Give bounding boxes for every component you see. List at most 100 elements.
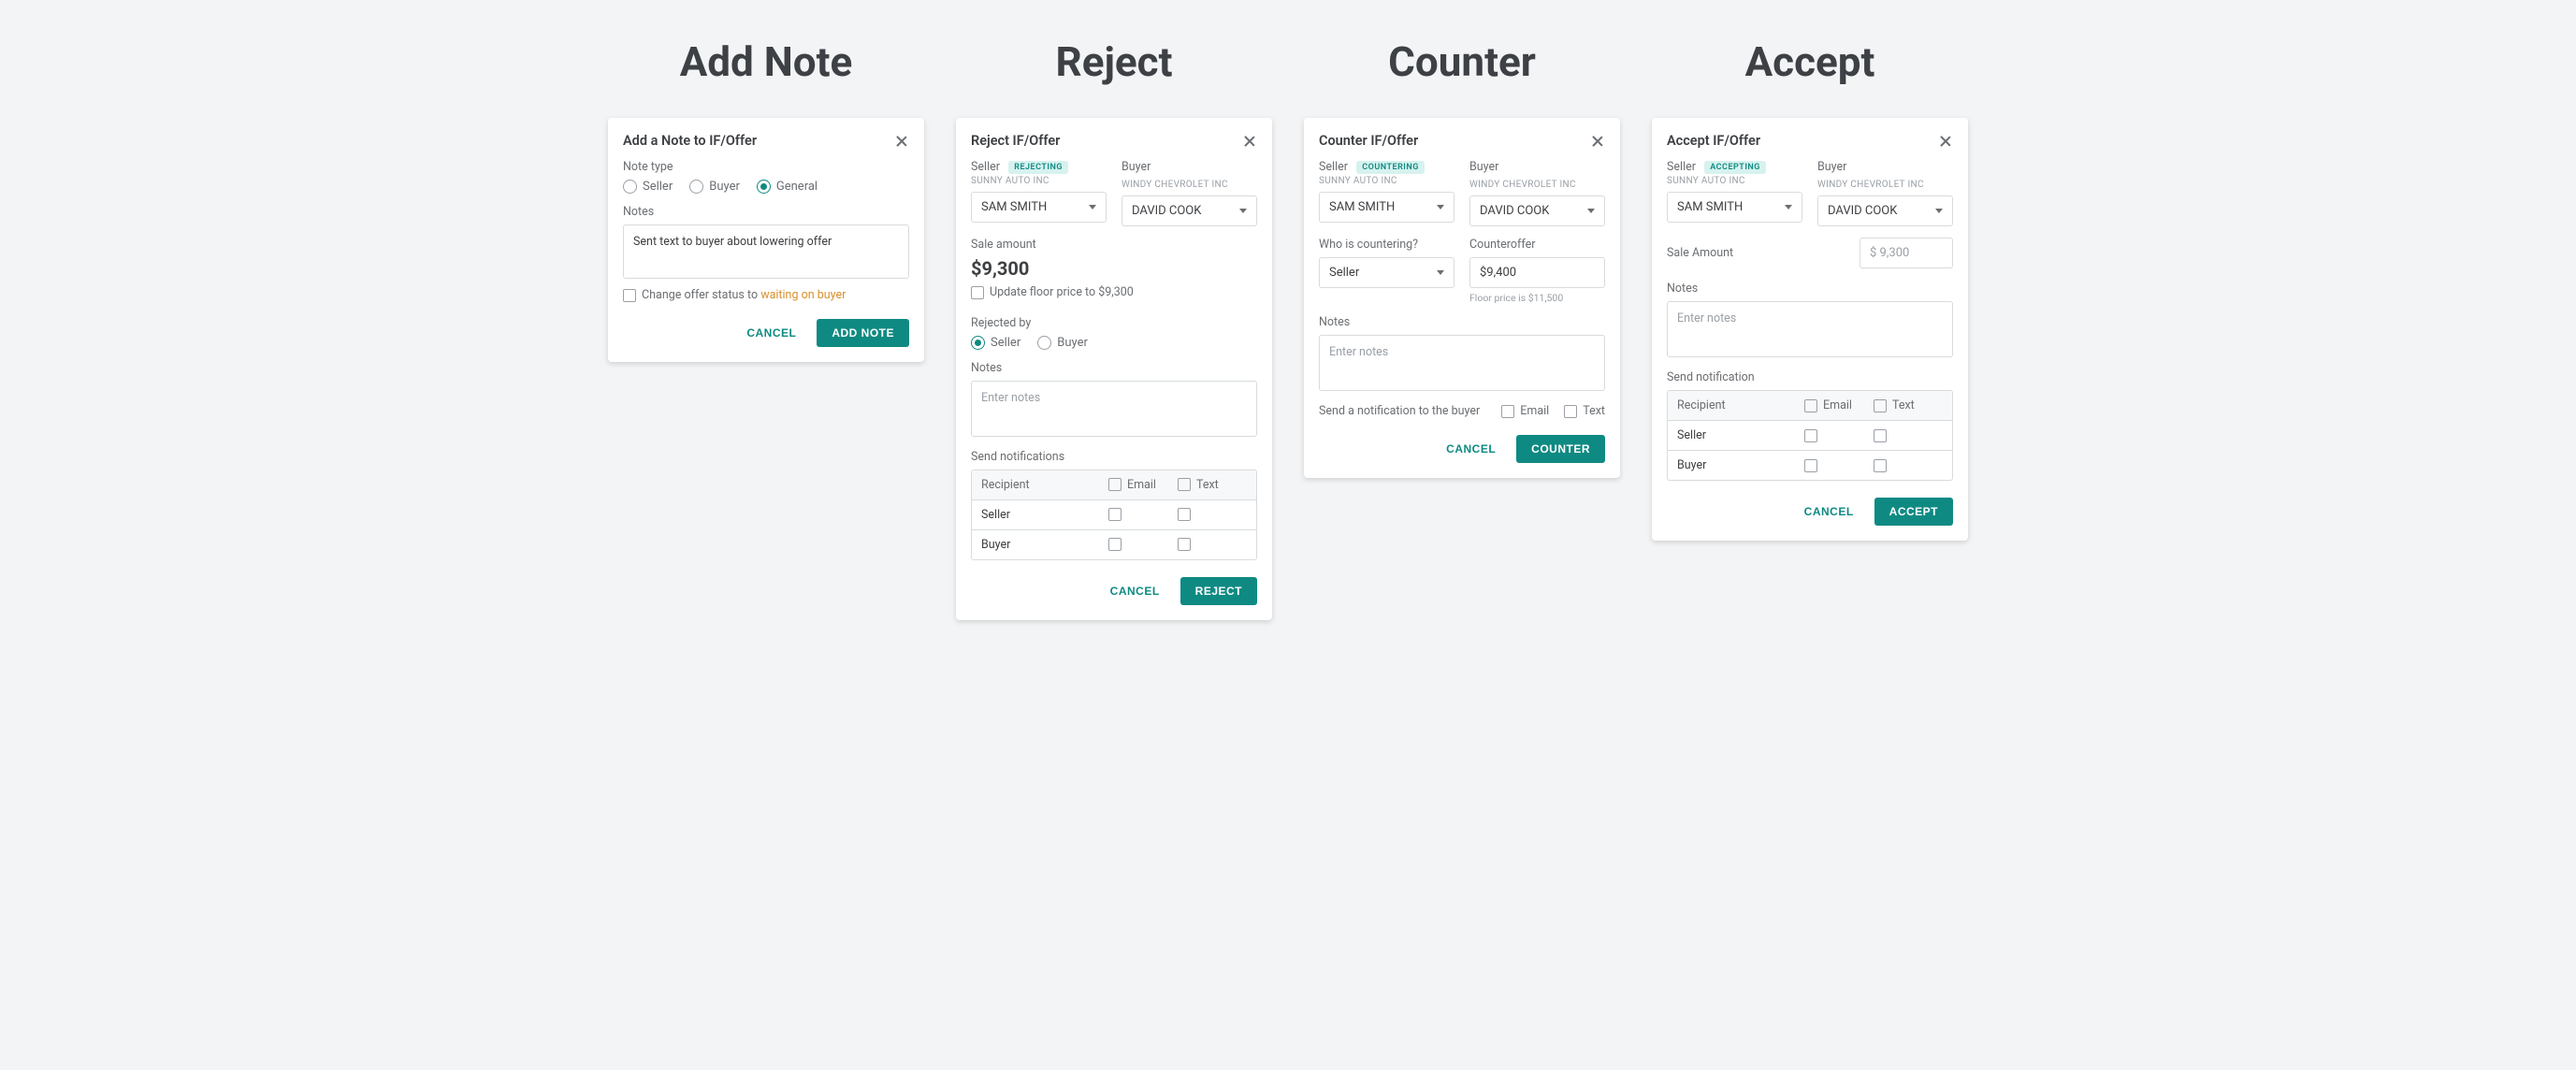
buyer-select[interactable]: DAVID COOK bbox=[1469, 195, 1605, 226]
notif-row-seller: Seller bbox=[1677, 428, 1804, 442]
note-type-label: Note type bbox=[623, 160, 909, 174]
cancel-button[interactable]: CANCEL bbox=[1440, 441, 1501, 456]
rejected-by-buyer-radio[interactable]: Buyer bbox=[1037, 336, 1088, 350]
buyer-label: Buyer bbox=[1469, 160, 1605, 174]
notif-buyer-text-checkbox[interactable] bbox=[1178, 538, 1191, 551]
buyer-org: WINDY CHEVROLET INC bbox=[1469, 180, 1605, 190]
chevron-down-icon bbox=[1587, 209, 1595, 213]
seller-select[interactable]: SAM SMITH bbox=[971, 192, 1107, 223]
add-note-button[interactable]: ADD NOTE bbox=[817, 319, 909, 347]
notes-textarea[interactable]: Sent text to buyer about lowering offer bbox=[623, 224, 909, 279]
buyer-select[interactable]: DAVID COOK bbox=[1122, 195, 1257, 226]
counteroffer-input[interactable]: $9,400 bbox=[1469, 257, 1605, 288]
counter-card: Counter IF/Offer Seller COUNTERING SUNNY… bbox=[1304, 118, 1620, 478]
notif-row-buyer: Buyer bbox=[981, 538, 1108, 552]
notifications-table: Recipient Email Text Seller Buyer bbox=[971, 470, 1257, 560]
notes-textarea[interactable]: Enter notes bbox=[1667, 301, 1953, 357]
rejected-by-label: Rejected by bbox=[971, 316, 1257, 330]
seller-select[interactable]: SAM SMITH bbox=[1667, 192, 1802, 223]
notif-seller-text-checkbox[interactable] bbox=[1874, 429, 1887, 442]
buyer-org: WINDY CHEVROLET INC bbox=[1122, 180, 1257, 190]
buyer-selected: DAVID COOK bbox=[1132, 204, 1201, 218]
cancel-button[interactable]: CANCEL bbox=[1105, 584, 1165, 599]
seller-label: Seller bbox=[971, 160, 1000, 174]
buyer-selected: DAVID COOK bbox=[1480, 204, 1549, 218]
rejected-by-seller-radio[interactable]: Seller bbox=[971, 336, 1020, 350]
notif-seller-email-checkbox[interactable] bbox=[1804, 429, 1817, 442]
cancel-button[interactable]: CANCEL bbox=[1799, 504, 1860, 519]
chevron-down-icon bbox=[1437, 270, 1444, 275]
notes-textarea[interactable]: Enter notes bbox=[1319, 335, 1605, 391]
seller-select[interactable]: SAM SMITH bbox=[1319, 192, 1454, 223]
close-icon[interactable] bbox=[1938, 134, 1953, 149]
notif-seller-email-checkbox[interactable] bbox=[1108, 508, 1122, 521]
radio-label: Seller bbox=[991, 336, 1020, 350]
notif-buyer-text-checkbox[interactable] bbox=[1874, 459, 1887, 472]
seller-selected: SAM SMITH bbox=[1677, 200, 1743, 214]
buyer-select[interactable]: DAVID COOK bbox=[1817, 195, 1953, 226]
buyer-selected: DAVID COOK bbox=[1828, 204, 1897, 218]
close-icon[interactable] bbox=[1590, 134, 1605, 149]
notif-text-all-checkbox[interactable] bbox=[1178, 478, 1191, 491]
cancel-button[interactable]: CANCEL bbox=[741, 325, 802, 340]
seller-org: SUNNY AUTO INC bbox=[971, 176, 1107, 186]
note-type-general-radio[interactable]: General bbox=[757, 180, 818, 194]
status-checkbox-prefix: Change offer status to bbox=[642, 288, 760, 302]
who-countering-selected: Seller bbox=[1329, 266, 1359, 280]
notif-email-all-checkbox[interactable] bbox=[1108, 478, 1122, 491]
chevron-down-icon bbox=[1437, 205, 1444, 210]
notif-buyer-email-checkbox[interactable] bbox=[1804, 459, 1817, 472]
notes-label: Notes bbox=[971, 361, 1257, 375]
counter-button[interactable]: COUNTER bbox=[1516, 435, 1605, 463]
note-type-seller-radio[interactable]: Seller bbox=[623, 180, 673, 194]
reject-button[interactable]: REJECT bbox=[1180, 577, 1257, 605]
sale-amount-label: Sale Amount bbox=[1667, 246, 1733, 260]
radio-label: Seller bbox=[643, 180, 673, 194]
notif-buyer-email-checkbox[interactable] bbox=[1108, 538, 1122, 551]
column-title-accept: Accept bbox=[1652, 37, 1968, 86]
close-icon[interactable] bbox=[894, 134, 909, 149]
sale-amount-input[interactable]: $ 9,300 bbox=[1860, 238, 1953, 268]
update-floor-checkbox[interactable]: Update floor price to $9,300 bbox=[971, 285, 1134, 299]
column-title-counter: Counter bbox=[1304, 37, 1620, 86]
counteroffer-label: Counteroffer bbox=[1469, 238, 1605, 252]
notes-textarea[interactable]: Enter notes bbox=[971, 381, 1257, 437]
countering-badge: COUNTERING bbox=[1356, 161, 1425, 174]
notif-email-all-checkbox[interactable] bbox=[1804, 399, 1817, 412]
notify-text-checkbox[interactable]: Text bbox=[1564, 404, 1605, 418]
chevron-down-icon bbox=[1935, 209, 1943, 213]
close-icon[interactable] bbox=[1242, 134, 1257, 149]
chevron-down-icon bbox=[1089, 205, 1096, 210]
seller-label: Seller bbox=[1319, 160, 1348, 174]
notif-col-email: Email bbox=[1127, 478, 1156, 492]
change-offer-status-checkbox[interactable]: Change offer status to waiting on buyer bbox=[623, 288, 846, 302]
seller-selected: SAM SMITH bbox=[1329, 200, 1395, 214]
notes-label: Notes bbox=[1667, 282, 1953, 296]
buyer-label: Buyer bbox=[1817, 160, 1953, 174]
reject-card: Reject IF/Offer Seller REJECTING SUNNY A… bbox=[956, 118, 1272, 620]
radio-label: Buyer bbox=[709, 180, 740, 194]
notifications-table: Recipient Email Text Seller Buyer bbox=[1667, 390, 1953, 481]
notif-seller-text-checkbox[interactable] bbox=[1178, 508, 1191, 521]
notif-col-email: Email bbox=[1823, 398, 1852, 412]
column-title-add-note: Add Note bbox=[608, 37, 924, 86]
accept-title: Accept IF/Offer bbox=[1667, 133, 1760, 149]
seller-label: Seller bbox=[1667, 160, 1696, 174]
buyer-org: WINDY CHEVROLET INC bbox=[1817, 180, 1953, 190]
notify-email-checkbox[interactable]: Email bbox=[1501, 404, 1549, 418]
send-notifications-label: Send notifications bbox=[971, 450, 1257, 464]
accept-button[interactable]: ACCEPT bbox=[1874, 498, 1953, 526]
note-type-buyer-radio[interactable]: Buyer bbox=[689, 180, 740, 194]
update-floor-label: Update floor price to $9,300 bbox=[990, 285, 1134, 299]
notify-email-label: Email bbox=[1520, 404, 1549, 418]
who-countering-select[interactable]: Seller bbox=[1319, 257, 1454, 288]
reject-title: Reject IF/Offer bbox=[971, 133, 1060, 149]
notes-label: Notes bbox=[1319, 315, 1605, 329]
notif-col-text: Text bbox=[1892, 398, 1915, 412]
sale-amount-value: $9,300 bbox=[971, 257, 1257, 280]
status-checkbox-highlight: waiting on buyer bbox=[760, 288, 846, 302]
notif-col-recipient: Recipient bbox=[981, 478, 1108, 492]
send-notification-label: Send notification bbox=[1667, 370, 1953, 384]
notif-text-all-checkbox[interactable] bbox=[1874, 399, 1887, 412]
radio-label: General bbox=[776, 180, 818, 194]
